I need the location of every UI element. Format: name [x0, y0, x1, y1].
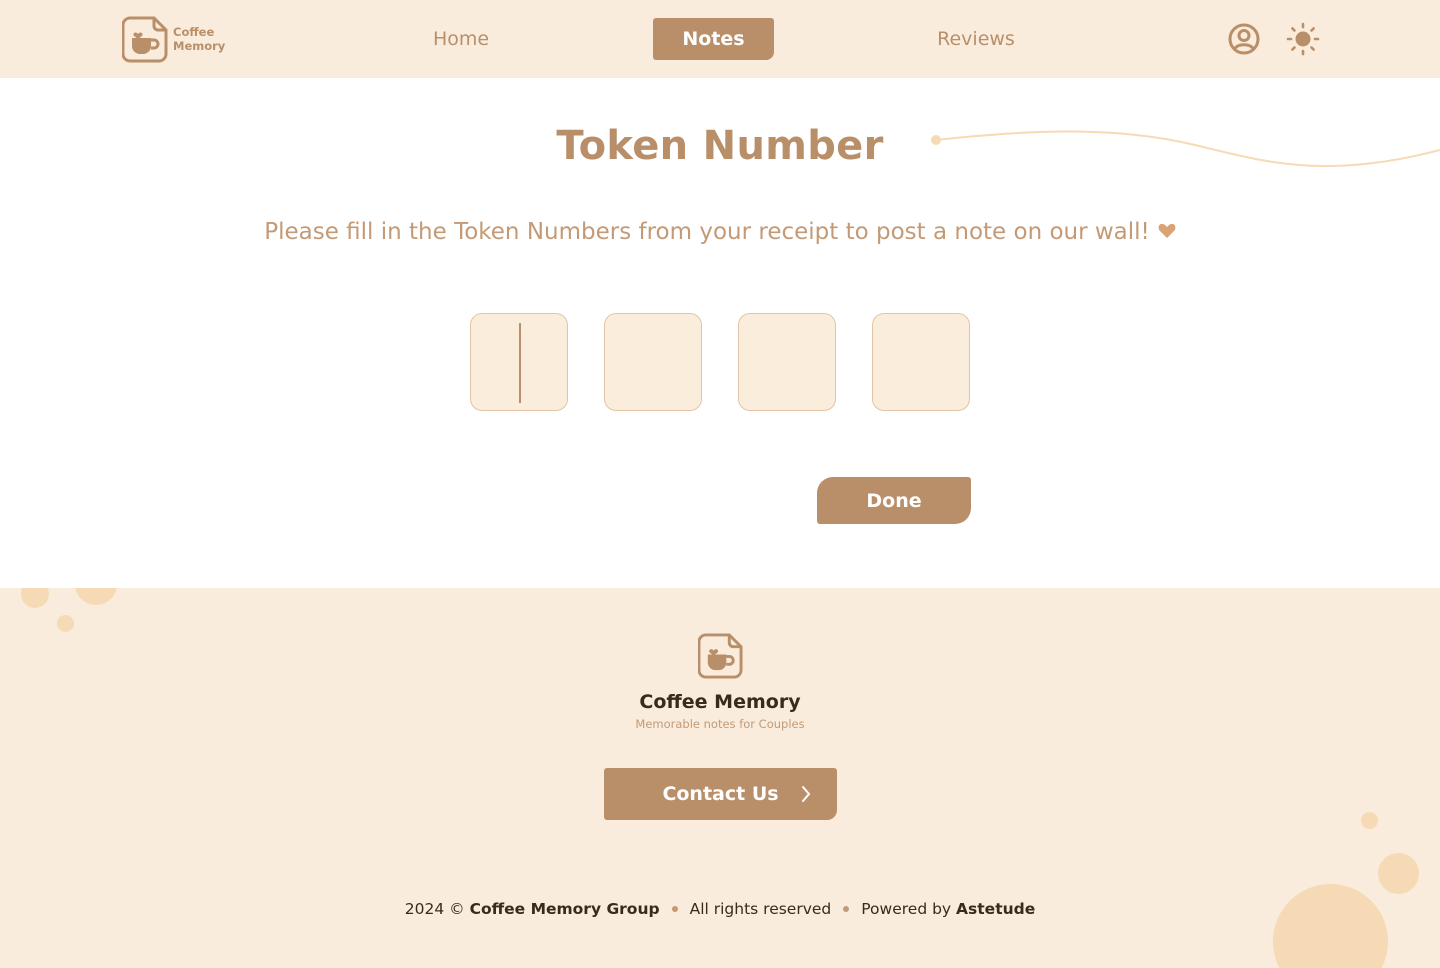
nav-reviews-link[interactable]: Reviews — [915, 18, 1037, 60]
user-profile-button[interactable] — [1227, 22, 1261, 56]
decorative-circle — [1273, 884, 1388, 968]
heart-icon — [1158, 223, 1176, 238]
navbar: Coffee Memory Home Notes Reviews — [0, 0, 1440, 78]
powered-prefix: Powered by — [861, 900, 952, 918]
nav-notes-tab-active[interactable]: Notes — [653, 18, 774, 60]
powered-by-link[interactable]: Astetude — [956, 900, 1035, 918]
sun-icon — [1286, 22, 1320, 56]
separator-dot — [671, 905, 678, 912]
theme-toggle-button[interactable] — [1286, 22, 1320, 56]
logo-text: Coffee Memory — [173, 25, 225, 53]
coffee-note-logo-icon — [122, 16, 168, 62]
instructions-text: Please fill in the Token Numbers from yo… — [0, 219, 1440, 245]
done-button[interactable]: Done — [817, 477, 971, 524]
token-input-1[interactable] — [470, 313, 568, 411]
decorative-circle — [1378, 853, 1419, 894]
footer-brand-name: Coffee Memory — [639, 691, 801, 713]
copyright-year: 2024 © — [404, 900, 465, 918]
copyright-line: 2024 © Coffee Memory Group All rights res… — [0, 900, 1440, 918]
logo-text-line1: Coffee — [173, 25, 215, 39]
copyright-group: Coffee Memory Group — [469, 900, 660, 918]
decorative-circle — [75, 588, 117, 605]
decorative-circle — [21, 588, 49, 608]
token-input-4[interactable] — [872, 313, 970, 411]
footer: Coffee Memory Memorable notes for Couple… — [0, 588, 1440, 968]
footer-coffee-note-logo-icon — [698, 633, 743, 679]
brand-logo[interactable]: Coffee Memory — [122, 15, 232, 63]
page-title: Token Number — [556, 123, 884, 169]
text-caret — [519, 323, 521, 403]
logo-text-line2: Memory — [173, 39, 226, 53]
instructions-text-content: Please fill in the Token Numbers from yo… — [264, 219, 1150, 245]
user-icon — [1228, 23, 1260, 55]
token-input-2[interactable] — [604, 313, 702, 411]
decorative-circle — [1361, 812, 1378, 829]
nav-home-link[interactable]: Home — [400, 18, 522, 60]
separator-dot — [843, 905, 850, 912]
token-input-3[interactable] — [738, 313, 836, 411]
decorative-circle — [57, 615, 74, 632]
footer-tagline: Memorable notes for Couples — [635, 717, 805, 731]
rights-text: All rights reserved — [689, 900, 832, 918]
chevron-right-icon — [802, 786, 811, 802]
